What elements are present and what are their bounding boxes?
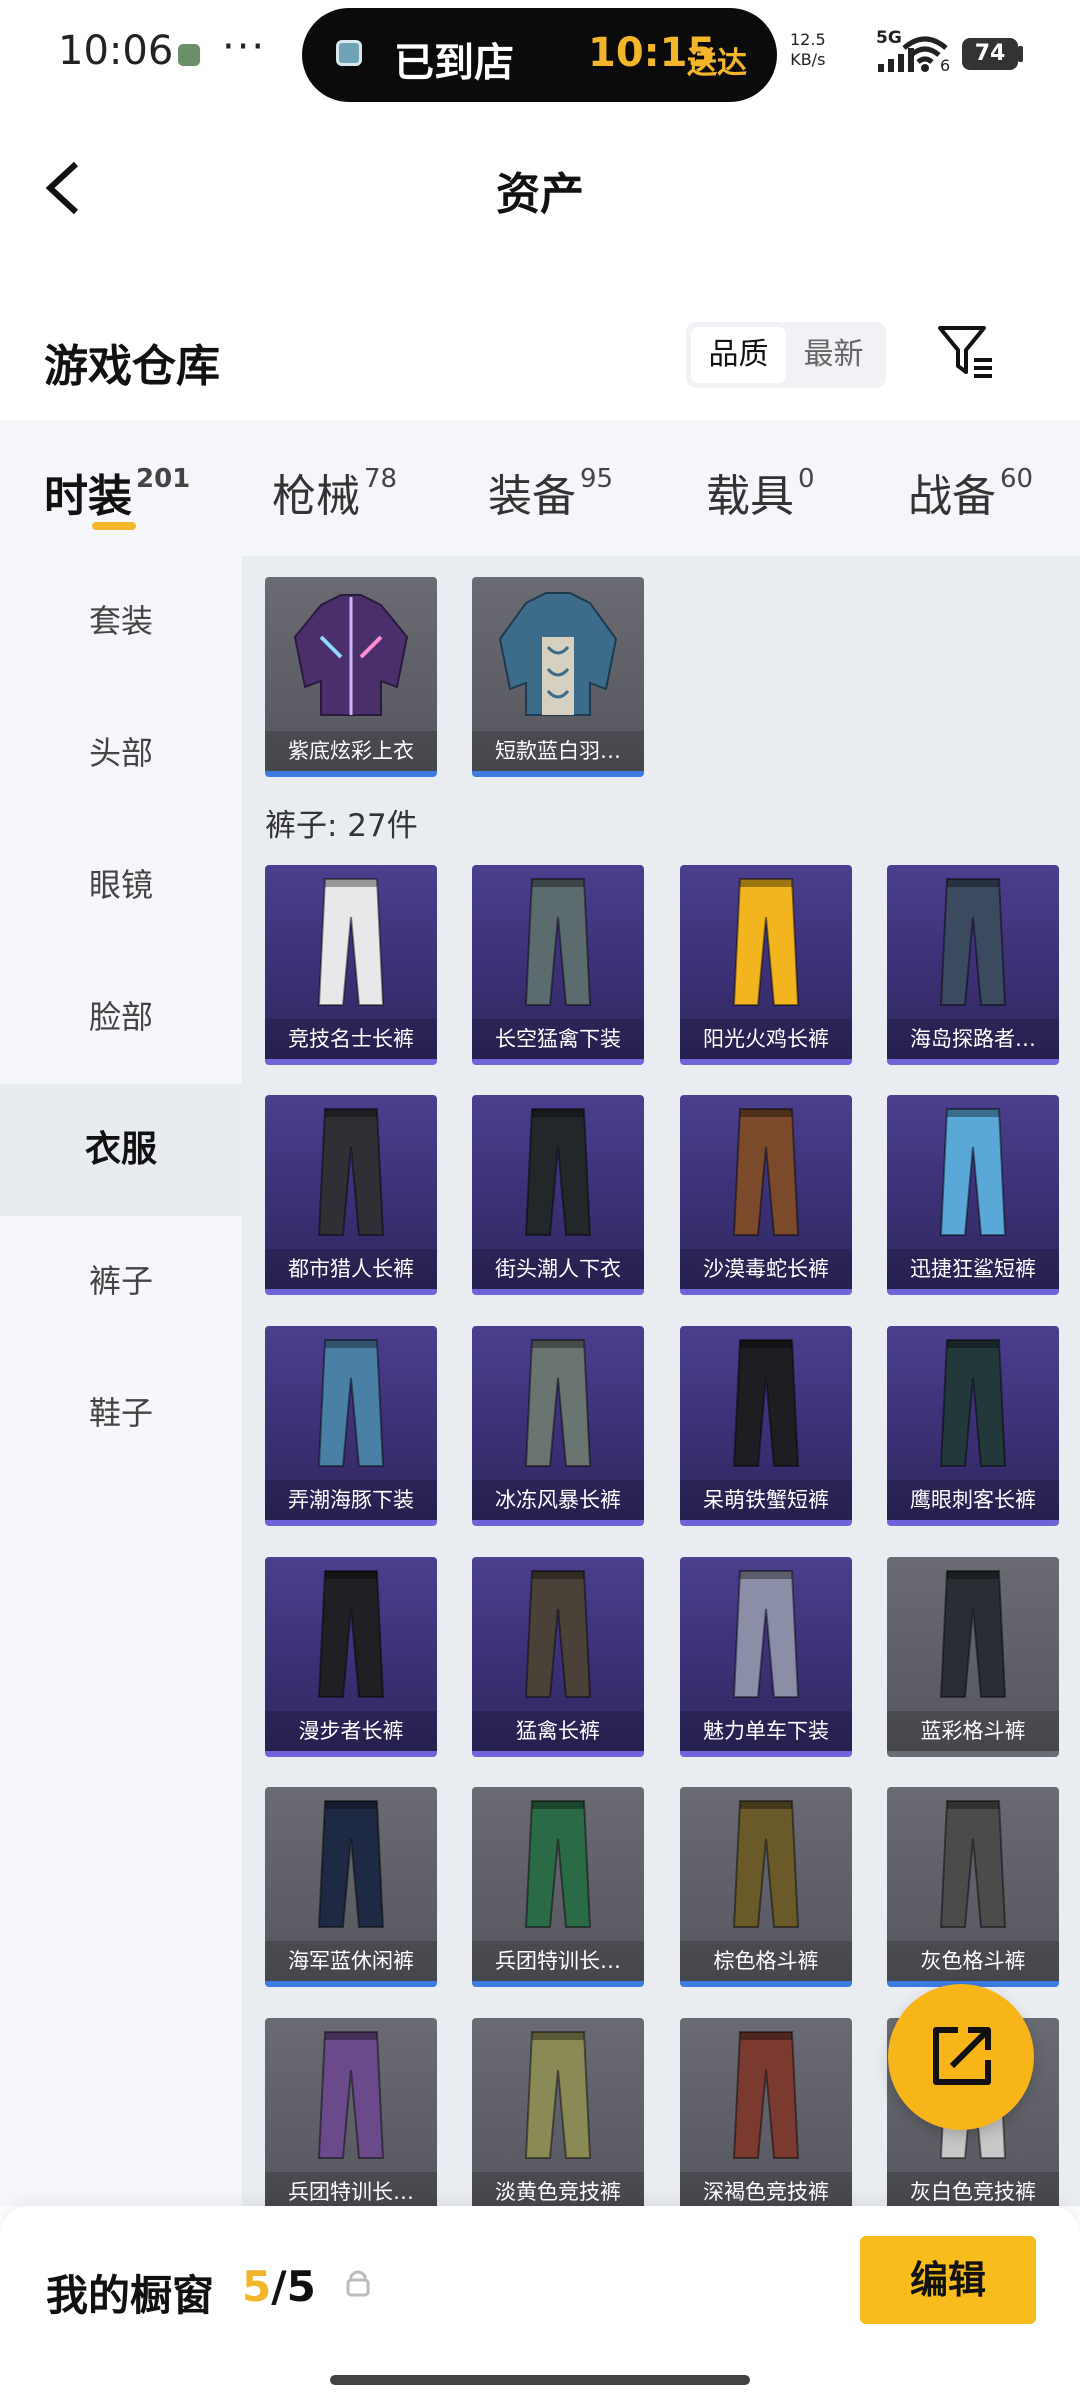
item-name: 猛禽长裤 bbox=[472, 1711, 644, 1751]
pants-icon bbox=[524, 1800, 592, 1928]
item-card[interactable]: 兵团特训长… bbox=[472, 1787, 644, 1987]
item-card[interactable]: 街头潮人下衣 bbox=[472, 1095, 644, 1295]
item-name: 都市猎人长裤 bbox=[265, 1249, 437, 1289]
item-card[interactable]: 兵团特训长… bbox=[265, 2018, 437, 2206]
item-name: 魅力单车下装 bbox=[680, 1711, 852, 1751]
pants-icon bbox=[732, 1800, 800, 1928]
item-name: 冰冻风暴长裤 bbox=[472, 1480, 644, 1520]
pants-icon bbox=[524, 1570, 592, 1698]
pants-icon bbox=[317, 1570, 385, 1698]
pants-icon bbox=[732, 1570, 800, 1698]
pants-icon bbox=[939, 1108, 1007, 1236]
item-name: 鹰眼刺客长裤 bbox=[887, 1480, 1059, 1520]
item-card[interactable]: 鹰眼刺客长裤 bbox=[887, 1326, 1059, 1526]
item-name: 灰白色竞技裤 bbox=[887, 2172, 1059, 2206]
item-name: 兵团特训长… bbox=[472, 1941, 644, 1981]
item-card[interactable]: 冰冻风暴长裤 bbox=[472, 1326, 644, 1526]
showcase-count-total: 5 bbox=[286, 2262, 316, 2311]
pants-grid: 竞技名士长裤 长空猛禽下装 阳光火鸡长裤 海岛探路者… 都市猎人长裤 街头潮人下衣 沙漠毒蛇… bbox=[0, 0, 1080, 2206]
item-card[interactable]: 漫步者长裤 bbox=[265, 1557, 437, 1757]
item-name: 竞技名士长裤 bbox=[265, 1019, 437, 1059]
pants-icon bbox=[732, 878, 800, 1006]
item-card[interactable]: 竞技名士长裤 bbox=[265, 865, 437, 1065]
item-name: 棕色格斗裤 bbox=[680, 1941, 852, 1981]
item-name: 海军蓝休闲裤 bbox=[265, 1941, 437, 1981]
item-card[interactable]: 沙漠毒蛇长裤 bbox=[680, 1095, 852, 1295]
item-name: 兵团特训长… bbox=[265, 2172, 437, 2206]
pants-icon bbox=[524, 1339, 592, 1467]
item-name: 街头潮人下衣 bbox=[472, 1249, 644, 1289]
item-name: 阳光火鸡长裤 bbox=[680, 1019, 852, 1059]
showcase-count: 5/5 bbox=[242, 2262, 316, 2311]
item-card[interactable]: 迅捷狂鲨短裤 bbox=[887, 1095, 1059, 1295]
pants-icon bbox=[732, 1108, 800, 1236]
item-card[interactable]: 魅力单车下装 bbox=[680, 1557, 852, 1757]
item-name: 沙漠毒蛇长裤 bbox=[680, 1249, 852, 1289]
pants-icon bbox=[939, 1570, 1007, 1698]
item-name: 迅捷狂鲨短裤 bbox=[887, 1249, 1059, 1289]
pants-icon bbox=[939, 1800, 1007, 1928]
pants-icon bbox=[317, 1800, 385, 1928]
showcase-label: 我的橱窗 bbox=[46, 2271, 215, 2320]
pants-icon bbox=[732, 2031, 800, 2159]
lock-icon bbox=[346, 2270, 370, 2297]
item-card[interactable]: 呆萌铁蟹短裤 bbox=[680, 1326, 852, 1526]
edit-button[interactable]: 编辑 bbox=[860, 2236, 1036, 2324]
item-card[interactable]: 灰色格斗裤 bbox=[887, 1787, 1059, 1987]
item-card[interactable]: 猛禽长裤 bbox=[472, 1557, 644, 1757]
showcase-count-sep: / bbox=[271, 2262, 287, 2311]
item-card[interactable]: 棕色格斗裤 bbox=[680, 1787, 852, 1987]
pants-icon bbox=[317, 878, 385, 1006]
item-card[interactable]: 蓝彩格斗裤 bbox=[887, 1557, 1059, 1757]
item-card[interactable]: 淡黄色竞技裤 bbox=[472, 2018, 644, 2206]
pants-icon bbox=[732, 1339, 800, 1467]
pants-icon bbox=[524, 1108, 592, 1236]
item-card[interactable]: 阳光火鸡长裤 bbox=[680, 865, 852, 1065]
item-name: 淡黄色竞技裤 bbox=[472, 2172, 644, 2206]
pants-icon bbox=[524, 878, 592, 1006]
pants-icon bbox=[524, 2031, 592, 2159]
pants-icon bbox=[317, 1108, 385, 1236]
pants-icon bbox=[939, 1339, 1007, 1467]
item-name: 弄潮海豚下装 bbox=[265, 1480, 437, 1520]
share-button[interactable] bbox=[888, 1984, 1034, 2130]
pants-icon bbox=[317, 2031, 385, 2159]
pants-icon bbox=[939, 878, 1007, 1006]
share-icon bbox=[933, 2027, 991, 2085]
item-name: 灰色格斗裤 bbox=[887, 1941, 1059, 1981]
item-name: 长空猛禽下装 bbox=[472, 1019, 644, 1059]
item-name: 呆萌铁蟹短裤 bbox=[680, 1480, 852, 1520]
pants-icon bbox=[317, 1339, 385, 1467]
showcase-count-current: 5 bbox=[242, 2262, 272, 2311]
home-indicator bbox=[330, 2375, 750, 2385]
item-card[interactable]: 海岛探路者… bbox=[887, 865, 1059, 1065]
item-card[interactable]: 长空猛禽下装 bbox=[472, 865, 644, 1065]
item-name: 漫步者长裤 bbox=[265, 1711, 437, 1751]
item-card[interactable]: 弄潮海豚下装 bbox=[265, 1326, 437, 1526]
item-card[interactable]: 深褐色竞技裤 bbox=[680, 2018, 852, 2206]
item-card[interactable]: 都市猎人长裤 bbox=[265, 1095, 437, 1295]
item-card[interactable]: 海军蓝休闲裤 bbox=[265, 1787, 437, 1987]
item-name: 蓝彩格斗裤 bbox=[887, 1711, 1059, 1751]
item-name: 海岛探路者… bbox=[887, 1019, 1059, 1059]
item-name: 深褐色竞技裤 bbox=[680, 2172, 852, 2206]
